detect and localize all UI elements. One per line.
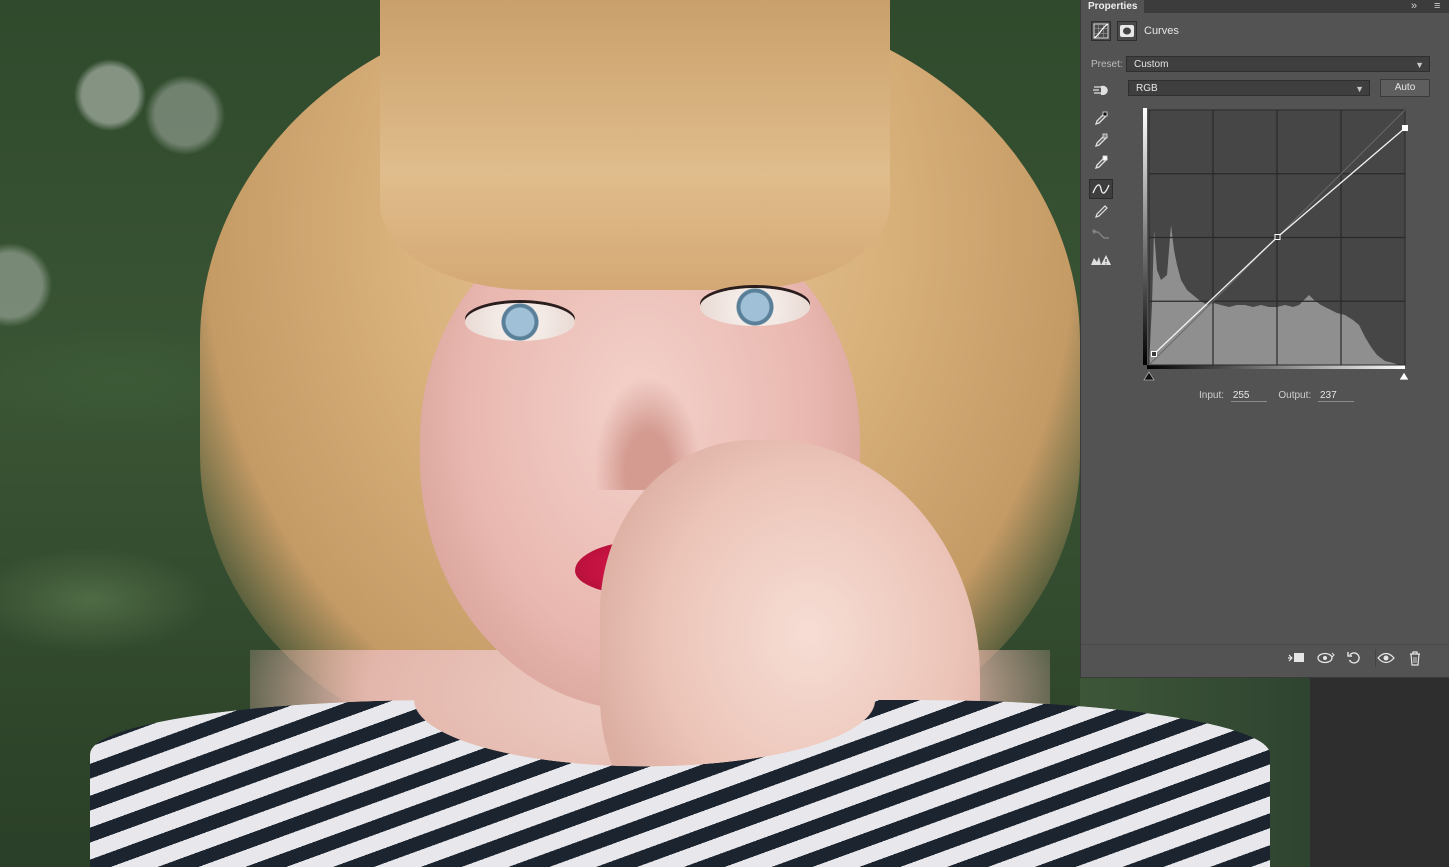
subject-striped-shirt <box>90 700 1270 867</box>
white-input-slider-handle[interactable] <box>1398 371 1409 381</box>
workspace-background <box>1310 678 1449 867</box>
tab-properties[interactable]: Properties <box>1081 0 1145 13</box>
output-gradient-bar <box>1143 108 1147 365</box>
properties-panel: Properties » ≡ Curves Preset: Custom ▼ R… <box>1080 0 1449 678</box>
curve-control-point[interactable] <box>1402 125 1408 131</box>
panel-header: Properties » ≡ <box>1081 0 1449 13</box>
delete-trash-icon[interactable] <box>1405 649 1425 667</box>
clipping-warning-icon[interactable] <box>1089 251 1113 271</box>
curve-control-point[interactable] <box>1274 234 1281 240</box>
view-previous-state-icon[interactable] <box>1316 649 1336 667</box>
input-gradient-bar <box>1147 365 1405 369</box>
subject-bangs <box>380 0 890 290</box>
chevron-down-icon: ▼ <box>1355 84 1364 94</box>
on-image-adjust-icon[interactable] <box>1089 80 1113 100</box>
preset-value: Custom <box>1134 59 1169 70</box>
white-point-eyedropper-icon[interactable] <box>1089 153 1113 173</box>
black-input-slider-handle[interactable] <box>1143 371 1155 381</box>
panel-menu-icon[interactable]: ≡ <box>1434 0 1440 13</box>
curves-adjustment-icon[interactable] <box>1091 21 1111 41</box>
pencil-icon[interactable] <box>1089 202 1113 222</box>
collapse-panel-icon[interactable]: » <box>1411 0 1417 13</box>
chevron-down-icon: ▼ <box>1415 60 1424 70</box>
subject-right-eye <box>700 288 810 326</box>
reset-icon[interactable] <box>1345 649 1365 667</box>
curves-graph[interactable] <box>1143 108 1409 383</box>
input-label: Input: <box>1199 390 1225 401</box>
auto-button[interactable]: Auto <box>1380 79 1430 97</box>
clip-to-layer-icon[interactable] <box>1286 649 1306 667</box>
curve-points-icon[interactable] <box>1089 179 1113 199</box>
adjustment-title: Curves <box>1144 25 1179 37</box>
black-point-eyedropper-icon[interactable] <box>1089 109 1113 129</box>
channel-value: RGB <box>1136 83 1158 94</box>
output-label: Output: <box>1278 390 1312 401</box>
curve-control-point[interactable] <box>1151 351 1158 357</box>
input-field[interactable]: 255 <box>1230 390 1267 402</box>
preset-dropdown[interactable]: Custom ▼ <box>1126 56 1430 72</box>
smooth-curve-icon[interactable] <box>1089 225 1113 245</box>
panel-footer <box>1081 644 1449 671</box>
layer-mask-icon[interactable] <box>1117 21 1137 41</box>
input-output-row: Input: 255 Output: 237 <box>1199 390 1354 402</box>
gray-point-eyedropper-icon[interactable] <box>1089 131 1113 151</box>
preset-label: Preset: <box>1091 59 1123 70</box>
output-field[interactable]: 237 <box>1317 390 1354 402</box>
subject-left-eye <box>465 303 575 341</box>
channel-dropdown[interactable]: RGB ▼ <box>1128 80 1370 96</box>
visibility-eye-icon[interactable] <box>1375 649 1396 667</box>
